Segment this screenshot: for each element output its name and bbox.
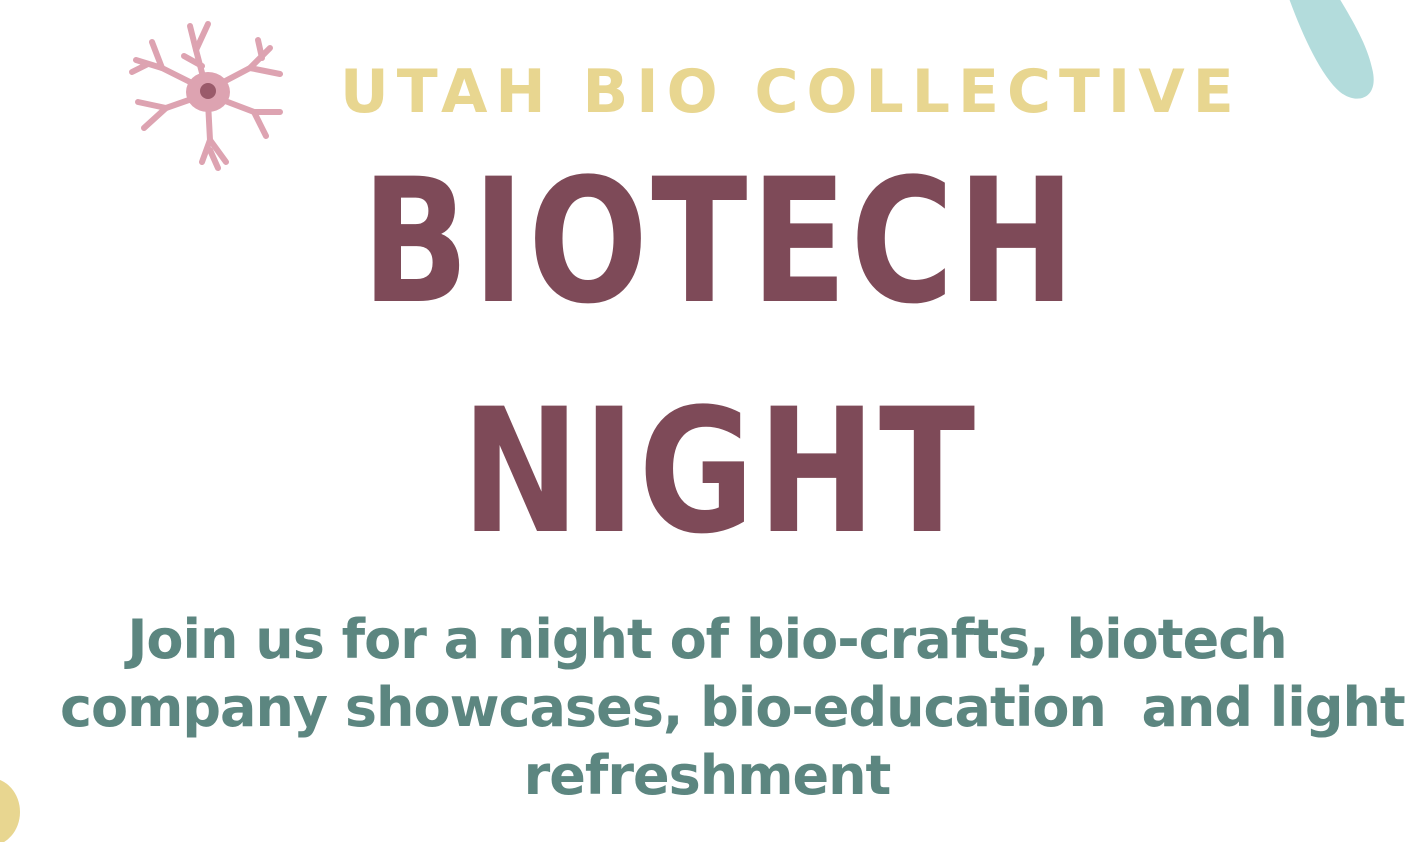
event-description: Join us for a night of bio-crafts, biote… (60, 606, 1406, 810)
neuron-icon (129, 21, 283, 171)
flyer-page: UTAH BIO COLLECTIVE BIOTECH NIGHT Join u… (0, 0, 1414, 842)
description-line-1: Join us for a night of bio-crafts, biote… (127, 608, 1287, 671)
description-line-3: refreshment (523, 744, 892, 807)
description-line-2: company showcases, bio-education and lig… (60, 676, 1406, 739)
neuron-nucleus (200, 83, 216, 99)
event-title-line-1: BIOTECH (361, 141, 1079, 342)
organization-name: UTAH BIO COLLECTIVE (340, 57, 1242, 127)
yellow-blob-decoration (0, 779, 20, 842)
event-title-line-2: NIGHT (461, 371, 979, 572)
teal-blob-decoration (1289, 0, 1374, 99)
